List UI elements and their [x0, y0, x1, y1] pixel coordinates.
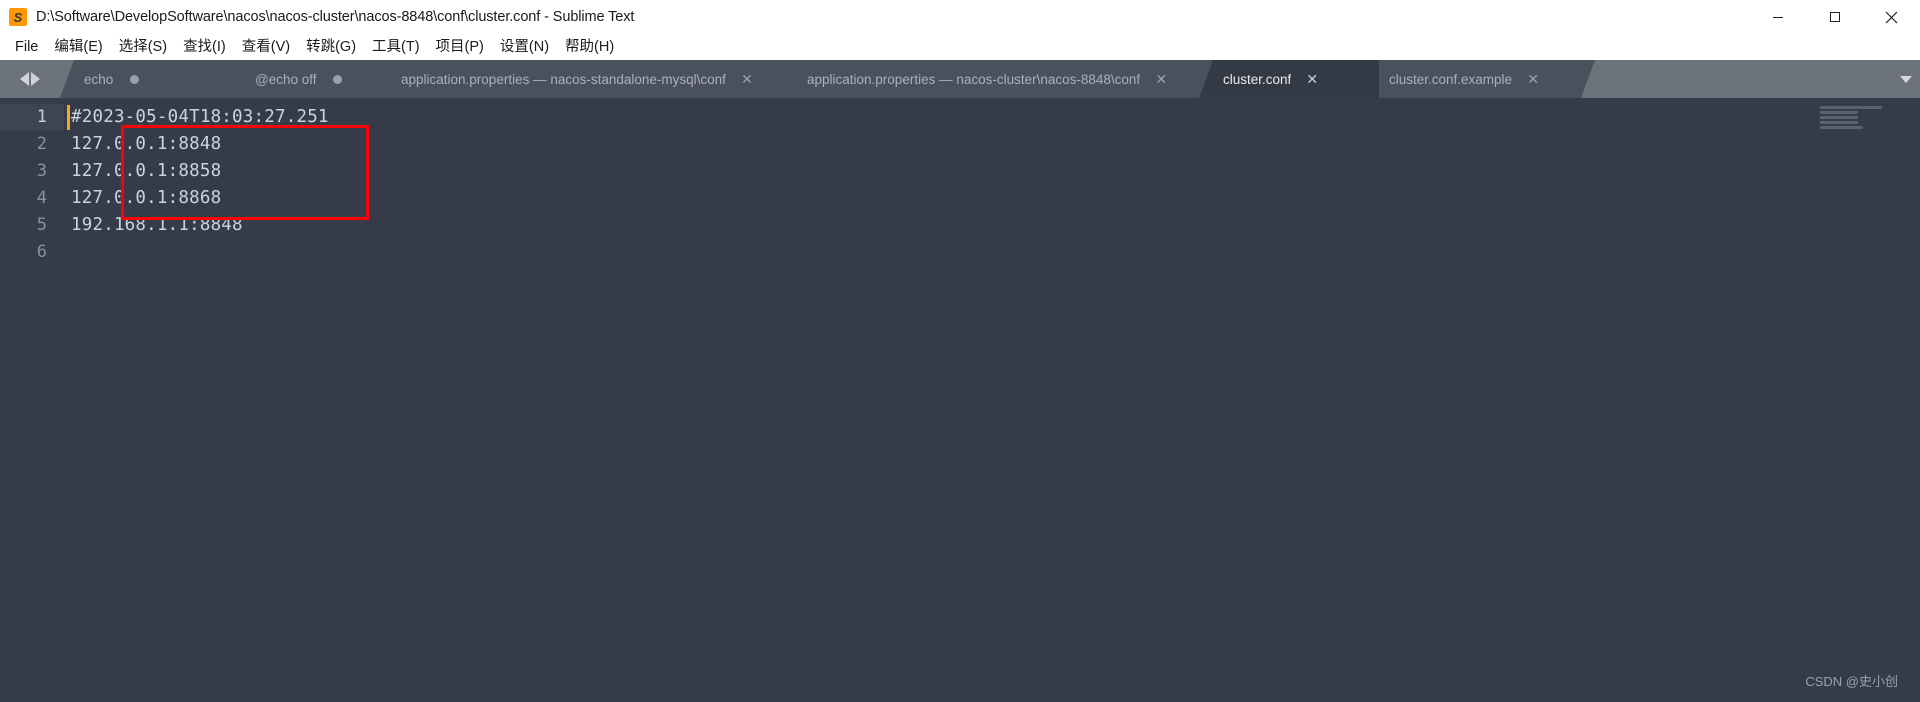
minimap-rows: [1802, 98, 1920, 129]
tab-label: cluster.conf: [1223, 71, 1292, 87]
unsaved-dot-icon[interactable]: [331, 72, 345, 86]
tab-cluster-conf[interactable]: cluster.conf ✕: [1199, 60, 1379, 98]
chevron-down-icon: [1900, 75, 1912, 83]
menu-item-edit[interactable]: 编辑(E): [46, 34, 110, 60]
close-icon[interactable]: ✕: [1526, 72, 1540, 86]
tab-echo[interactable]: echo: [60, 60, 245, 98]
close-icon[interactable]: ✕: [1305, 72, 1319, 86]
tab-label: cluster.conf.example: [1389, 71, 1513, 87]
code-line[interactable]: 192.168.1.1:8848: [64, 212, 1920, 239]
window-controls: [1749, 0, 1920, 34]
line-number: 4: [36, 188, 47, 208]
menu-item-find[interactable]: 查找(I): [175, 34, 234, 60]
window-title: D:\Software\DevelopSoftware\nacos\nacos-…: [36, 9, 635, 25]
minimap-row: [1820, 111, 1858, 114]
arrow-left-icon[interactable]: [20, 72, 29, 86]
menu-item-select[interactable]: 选择(S): [111, 34, 175, 60]
maximize-icon: [1829, 12, 1840, 22]
tab-label: echo: [84, 71, 114, 87]
close-icon[interactable]: ✕: [1154, 72, 1168, 86]
menu-item-preferences[interactable]: 设置(N): [492, 34, 557, 60]
close-icon: [1885, 11, 1898, 23]
code-line[interactable]: 127.0.0.1:8858: [64, 158, 1920, 185]
minimize-icon: [1772, 17, 1783, 18]
minimap-row: [1820, 121, 1858, 124]
code-line[interactable]: 127.0.0.1:8868: [64, 185, 1920, 212]
minimize-button[interactable]: [1749, 0, 1806, 34]
maximize-button[interactable]: [1806, 0, 1863, 34]
tab-label: application.properties — nacos-standalon…: [401, 71, 726, 87]
code-editor[interactable]: 1 2 3 4 5 6 #2023-05-04T18:03:27.251 127…: [0, 98, 1920, 702]
menu-item-goto[interactable]: 转跳(G): [298, 34, 364, 60]
tab-overflow-menu-button[interactable]: [1892, 60, 1920, 98]
tab-application-properties-cluster[interactable]: application.properties — nacos-cluster\n…: [783, 60, 1213, 98]
menu-item-help[interactable]: 帮助(H): [557, 34, 622, 60]
menu-bar: File 编辑(E) 选择(S) 查找(I) 查看(V) 转跳(G) 工具(T)…: [0, 34, 1920, 60]
line-number: 1: [0, 104, 64, 131]
title-bar: S D:\Software\DevelopSoftware\nacos\naco…: [0, 0, 1920, 34]
tab-bar: echo @echo off application.properties — …: [0, 60, 1920, 98]
tab-application-properties-standalone[interactable]: application.properties — nacos-standalon…: [377, 60, 797, 98]
menu-item-tools[interactable]: 工具(T): [364, 34, 428, 60]
app-icon-glyph: S: [13, 9, 23, 25]
menu-item-view[interactable]: 查看(V): [234, 34, 298, 60]
line-number: 3: [36, 161, 47, 181]
tab-label: application.properties — nacos-cluster\n…: [807, 71, 1141, 87]
line-number-gutter: 1 2 3 4 5 6: [0, 98, 64, 702]
minimap-row: [1820, 116, 1858, 119]
tab-navigation: [0, 60, 60, 98]
minimap-row: [1820, 126, 1863, 129]
tab-cluster-conf-example[interactable]: cluster.conf.example ✕: [1365, 60, 1595, 98]
tab-echo-off[interactable]: @echo off: [231, 60, 391, 98]
line-number: 2: [36, 134, 47, 154]
code-line[interactable]: [64, 239, 1920, 266]
minimap-row: [1820, 106, 1882, 109]
menu-item-file[interactable]: File: [7, 34, 46, 60]
line-number: 6: [36, 242, 47, 262]
sublime-text-app-icon: S: [9, 8, 27, 26]
minimap[interactable]: [1802, 98, 1920, 702]
arrow-right-icon[interactable]: [31, 72, 40, 86]
unsaved-dot-icon[interactable]: [127, 72, 141, 86]
close-icon[interactable]: ✕: [740, 72, 754, 86]
menu-item-project[interactable]: 项目(P): [428, 34, 492, 60]
close-button[interactable]: [1863, 0, 1920, 34]
csdn-watermark: CSDN @史小创: [1805, 674, 1898, 689]
line-number: 5: [36, 215, 47, 235]
tab-label: @echo off: [255, 71, 317, 87]
code-content[interactable]: #2023-05-04T18:03:27.251 127.0.0.1:8848 …: [64, 98, 1920, 702]
code-line[interactable]: 127.0.0.1:8848: [64, 131, 1920, 158]
text-caret: [67, 105, 70, 130]
code-line[interactable]: #2023-05-04T18:03:27.251: [64, 104, 1920, 131]
